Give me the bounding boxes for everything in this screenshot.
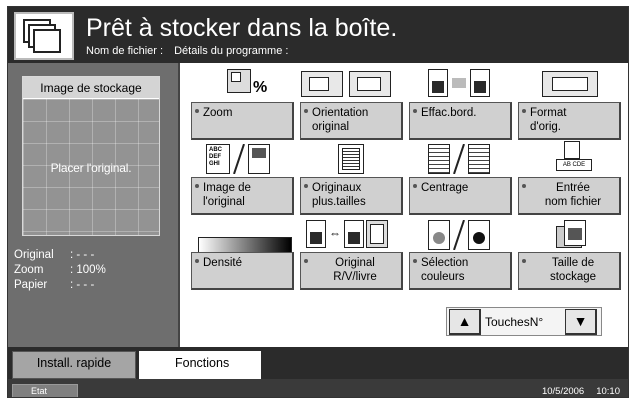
tab-quick-setup[interactable]: Install. rapide xyxy=(12,351,136,379)
zoom-icon: % xyxy=(223,69,273,99)
color-select-icon xyxy=(428,220,498,250)
state-button[interactable]: Etat xyxy=(12,384,78,397)
file-name-icon: AB CDE xyxy=(556,141,596,171)
date-time: 10/5/2006 10:10 xyxy=(542,386,620,397)
tab-functions[interactable]: Fonctions xyxy=(139,351,261,381)
triangle-down-icon: ▼ xyxy=(573,313,588,329)
header-bar: Prêt à stocker dans la boîte. Nom de fic… xyxy=(8,7,628,63)
mixed-size-icon xyxy=(338,144,368,174)
border-erase-button[interactable]: Effac.bord. xyxy=(409,102,512,140)
triangle-up-icon: ▲ xyxy=(457,313,472,329)
duplex-book-original-button[interactable]: Original R/V/livre xyxy=(300,252,403,290)
preview-panel: Image de stockage Placer l'original. Ori… xyxy=(8,63,180,347)
file-name-entry-button[interactable]: Entrée nom fichier xyxy=(518,177,621,215)
storage-size-icon xyxy=(556,220,596,250)
original-orientation-button[interactable]: Orientation original xyxy=(300,102,403,140)
program-details-label: Détails du programme : xyxy=(174,45,289,57)
original-image-icon: ABC DEF GHI xyxy=(206,144,276,174)
orientation-icon xyxy=(301,69,401,99)
status-zoom: Zoom: 100% xyxy=(14,264,106,276)
storage-image-preview: Image de stockage Placer l'original. xyxy=(22,76,160,236)
time-label: 10:10 xyxy=(596,386,620,397)
original-image-button[interactable]: Image de l'original xyxy=(191,177,294,215)
preview-title: Image de stockage xyxy=(23,77,159,99)
border-erase-icon xyxy=(428,69,498,99)
document-box-icon xyxy=(14,12,74,60)
filename-label: Nom de fichier : xyxy=(86,45,164,57)
duplex-book-icon: ⇔ xyxy=(306,220,396,250)
centering-icon xyxy=(428,144,498,174)
status-original: Original: - - - xyxy=(14,249,95,261)
centering-button[interactable]: Centrage xyxy=(409,177,512,215)
panel-screen: Prêt à stocker dans la boîte. Nom de fic… xyxy=(7,6,629,398)
status-bar xyxy=(8,379,628,397)
page-title: Prêt à stocker dans la boîte. xyxy=(86,14,398,42)
status-paper: Papier: - - - xyxy=(14,279,95,291)
date-label: 10/5/2006 xyxy=(541,386,585,397)
original-format-icon xyxy=(542,69,602,99)
zoom-button[interactable]: Zoom xyxy=(191,102,294,140)
page-down-button[interactable]: ▼ xyxy=(565,309,597,335)
original-format-button[interactable]: Format d'orig. xyxy=(518,102,621,140)
place-original-message: Placer l'original. xyxy=(50,161,132,175)
larger-originals-button[interactable]: Originaux plus.tailles xyxy=(300,177,403,215)
color-selection-button[interactable]: Sélection couleurs xyxy=(409,252,512,290)
storage-size-button[interactable]: Taille de stockage xyxy=(518,252,621,290)
page-up-button[interactable]: ▲ xyxy=(449,309,481,335)
page-number-label: TouchesN° xyxy=(485,315,544,329)
density-button[interactable]: Densité xyxy=(191,252,294,290)
